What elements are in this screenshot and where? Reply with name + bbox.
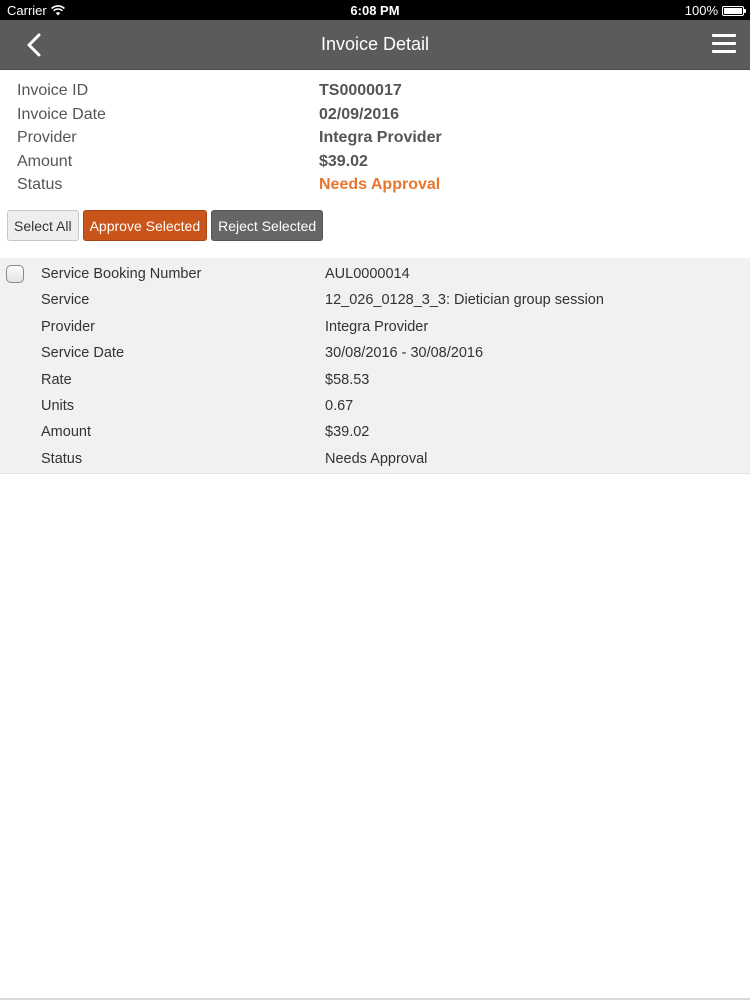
booking-field-row: Status Needs Approval — [0, 443, 750, 469]
invoice-field-label: Invoice Date — [17, 105, 106, 123]
clock: 6:08 PM — [350, 3, 400, 18]
invoice-field-value: 02/09/2016 — [319, 105, 400, 123]
invoice-field-row: Invoice Date 02/09/2016 — [0, 104, 750, 128]
booking-field-row: Service 12_026_0128_3_3: Dietician group … — [0, 284, 750, 310]
booking-field-label: Provider — [41, 318, 95, 335]
reject-selected-button[interactable]: Reject Selected — [211, 210, 324, 241]
booking-field-value: 12_026_0128_3_3: Dietician group session — [325, 292, 604, 309]
booking-field-label: Service Booking Number — [41, 266, 202, 282]
action-buttons: Select All Approve Selected Reject Selec… — [7, 210, 324, 241]
invoice-field-label: Provider — [17, 129, 77, 146]
approve-selected-button[interactable]: Approve Selected — [82, 210, 208, 241]
booking-field-value: Needs Approval — [325, 450, 428, 467]
battery-percent: 100% — [684, 3, 718, 18]
booking-field-value: $58.53 — [325, 371, 370, 388]
booking-field-row: Service Date 30/08/2016 - 30/08/2016 — [0, 337, 750, 363]
service-booking-item: Service Booking Number AUL0000014 Service 1… — [0, 258, 750, 474]
invoice-field-value: Needs Approval — [319, 176, 441, 193]
navigation-bar: Invoice Detail — [0, 20, 750, 70]
invoice-field-row: Provider Integra Provider — [0, 127, 750, 151]
invoice-field-row: Status Needs Approval — [0, 174, 750, 198]
page-title: Invoice Detail — [320, 34, 430, 54]
booking-field-label: Service Date — [41, 345, 125, 362]
booking-field-value: AUL0000014 — [325, 266, 410, 282]
select-all-button[interactable]: Select All — [7, 210, 79, 241]
booking-field-row: Units 0.67 — [0, 390, 750, 416]
booking-field-row: Provider Integra Provider — [0, 311, 750, 337]
invoice-field-label: Invoice ID — [17, 82, 89, 99]
hamburger-menu-icon — [712, 34, 736, 53]
booking-field-value: 0.67 — [325, 398, 354, 414]
booking-field-label: Status — [41, 450, 83, 467]
menu-button[interactable] — [712, 34, 736, 56]
invoice-field-value: $39.02 — [319, 152, 368, 170]
booking-field-value: 30/08/2016 - 30/08/2016 — [325, 345, 484, 362]
booking-field-label: Service — [41, 292, 90, 309]
booking-field-value: $39.02 — [325, 424, 370, 441]
booking-field-label: Amount — [41, 424, 91, 441]
invoice-summary: Invoice ID TS0000017 Invoice Date 02/09/201… — [0, 80, 750, 198]
invoice-field-label: Status — [17, 176, 63, 193]
booking-field-row: Amount $39.02 — [0, 416, 750, 442]
invoice-field-row: Invoice ID TS0000017 — [0, 80, 750, 104]
booking-field-label: Units — [41, 398, 75, 414]
invoice-field-value: Integra Provider — [319, 129, 442, 146]
battery-fill — [724, 7, 742, 14]
booking-field-row: Rate $58.53 — [0, 364, 750, 390]
battery-icon — [722, 5, 746, 16]
battery-group: 100% — [684, 3, 746, 18]
booking-field-row: Service Booking Number AUL0000014 — [0, 258, 750, 284]
booking-field-label: Rate — [41, 371, 72, 388]
invoice-field-value: TS0000017 — [319, 82, 402, 99]
invoice-field-label: Amount — [17, 152, 73, 170]
booking-field-value: Integra Provider — [325, 318, 429, 335]
status-bar: Carrier 6:08 PM 100% — [0, 0, 750, 20]
invoice-field-row: Amount $39.02 — [0, 151, 750, 175]
